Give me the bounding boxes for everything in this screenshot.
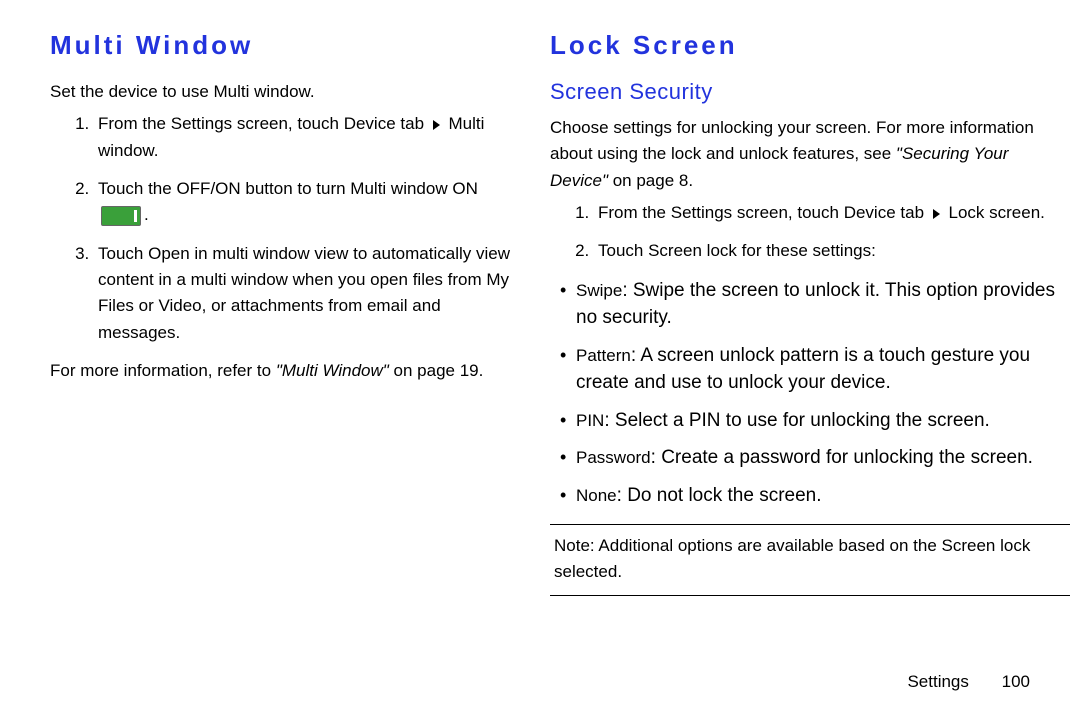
note-text: Additional options are available based o… [554,536,1030,581]
text: . [144,205,149,224]
page-footer: Settings 100 [907,672,1030,692]
left-intro: Set the device to use Multi window. [50,79,520,105]
option-label: Swipe [576,281,622,300]
left-step-3: Touch Open in multi window view to autom… [94,241,520,346]
option-password: Password: Create a password for unlockin… [560,444,1070,472]
left-column: Multi Window Set the device to use Multi… [50,30,540,710]
option-label: None [576,486,617,505]
ui-on-label: ON [452,179,478,198]
left-more-info: For more information, refer to "Multi Wi… [50,358,520,384]
text: screen, touch [732,203,844,222]
option-text: : Create a password for unlocking the sc… [651,447,1033,468]
left-body: Set the device to use Multi window. From… [50,79,520,384]
note-label: Note: [554,536,595,555]
ui-settings: Settings [671,203,732,222]
arrow-icon [433,120,440,130]
ui-settings: Settings [171,114,232,133]
option-label: Pattern [576,346,631,365]
text: tab [396,114,429,133]
option-pattern: Pattern: A screen unlock pattern is a to… [560,342,1070,397]
text: From the [98,114,171,133]
text: button to turn Multi window [241,179,453,198]
ui-screen-lock: Screen lock [648,241,737,260]
footer-page-number: 100 [1002,672,1030,691]
ui-lock-screen: Lock screen [949,203,1041,222]
option-text: : Select a PIN to use for unlocking the … [604,410,989,431]
text: From the [598,203,671,222]
left-step-2: Touch the OFF/ON button to turn Multi wi… [94,176,520,229]
left-step-1: From the Settings screen, touch Device t… [94,111,520,164]
note-block: Note: Additional options are available b… [550,533,1070,586]
right-steps: From the Settings screen, touch Device t… [550,200,1070,265]
text: . [1040,203,1045,222]
subheading-screen-security: Screen Security [550,79,1070,105]
ui-device: Device [344,114,396,133]
text: . [154,141,159,160]
divider-bottom [550,595,1070,596]
text: for these settings: [737,241,876,260]
right-body: Choose settings for unlocking your scree… [550,115,1070,596]
right-intro: Choose settings for unlocking your scree… [550,115,1070,194]
right-step-1: From the Settings screen, touch Device t… [594,200,1070,226]
text: tab [896,203,929,222]
right-column: Lock Screen Screen Security Choose setti… [540,30,1070,710]
toggle-on-icon [101,206,141,226]
text: on page 8. [608,171,693,190]
text: Touch [98,244,148,263]
ui-device: Device [844,203,896,222]
heading-lock-screen: Lock Screen [550,30,1070,61]
option-text: : A screen unlock pattern is a touch ges… [576,345,1030,394]
screen-lock-options: Swipe: Swipe the screen to unlock it. Th… [550,277,1070,510]
option-label: PIN [576,411,604,430]
text: For more information, refer to [50,361,276,380]
text: screen, touch [232,114,344,133]
text: Touch the [98,179,176,198]
arrow-icon [933,209,940,219]
left-steps: From the Settings screen, touch Device t… [50,111,520,346]
text: on page 19. [389,361,484,380]
heading-multi-window: Multi Window [50,30,520,61]
footer-section: Settings [907,672,968,691]
divider-top [550,524,1070,525]
option-none: None: Do not lock the screen. [560,482,1070,510]
option-label: Password [576,448,651,467]
text: Touch [598,241,648,260]
option-pin: PIN: Select a PIN to use for unlocking t… [560,407,1070,435]
option-text: : Do not lock the screen. [617,485,822,506]
right-step-2: Touch Screen lock for these settings: [594,238,1070,264]
ui-off-on: OFF/ON [176,179,240,198]
option-text: : Swipe the screen to unlock it. This op… [576,280,1055,329]
ui-open-multi-window-view: Open in multi window view [148,244,348,263]
manual-page: Multi Window Set the device to use Multi… [0,0,1080,720]
crossref-multi-window: "Multi Window" [276,361,389,380]
option-swipe: Swipe: Swipe the screen to unlock it. Th… [560,277,1070,332]
